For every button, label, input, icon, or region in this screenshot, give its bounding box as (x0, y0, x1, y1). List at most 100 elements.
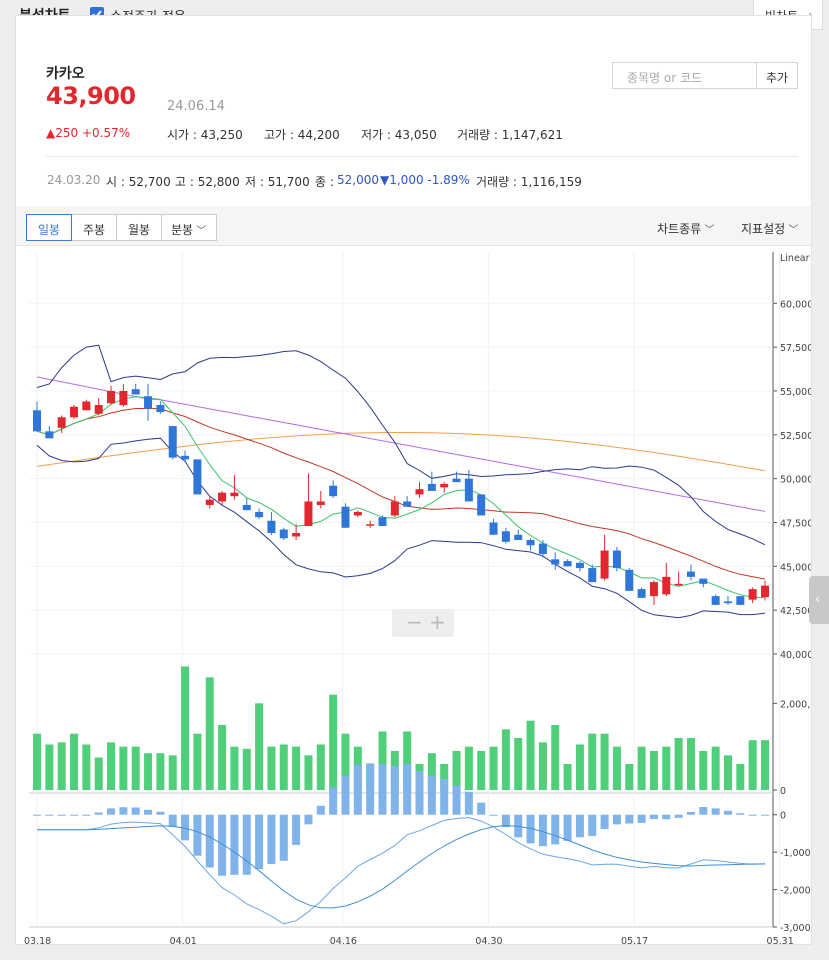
macd-tick-label: 0 (780, 811, 786, 822)
candle-body (107, 390, 116, 404)
chart-panel: 카카오 43,900 24.06.14 ▲250 +0.57% 시가 : 43,… (15, 15, 812, 945)
candle-body (131, 389, 140, 395)
chart-type-menu[interactable]: 차트종류 ﹀ (657, 220, 714, 237)
add-stock-button[interactable]: 추가 (756, 62, 798, 89)
period-minute-tab[interactable]: 분봉 ﹀ (161, 214, 217, 241)
macd-histogram-bar (57, 814, 66, 816)
candle-body (316, 501, 325, 505)
macd-tick-label: -1,000 (780, 848, 811, 859)
macd-histogram-bar (341, 775, 350, 815)
candle-body (415, 489, 424, 495)
prev-close-label: 종 : (315, 175, 334, 189)
volume-bar (489, 746, 498, 790)
macd-histogram-bar (563, 814, 572, 841)
period-daily-tab[interactable]: 일봉 (26, 214, 72, 241)
macd-histogram-bar (440, 778, 449, 815)
volume-bar (267, 746, 276, 790)
macd-tick-label: -3,000 (780, 923, 811, 934)
macd-line (37, 817, 766, 925)
macd-histogram-bar (711, 808, 720, 815)
volume-bar (761, 740, 769, 790)
indicator-settings-menu[interactable]: 지표설정 ﹀ (741, 220, 798, 237)
volume-bar (279, 744, 288, 790)
volume-bar (674, 738, 683, 790)
volume-bar (711, 746, 720, 790)
price-tick-label: 52,500 (780, 431, 811, 442)
candle-body (452, 478, 461, 483)
price-pane (29, 257, 773, 654)
period-weekly-tab[interactable]: 주봉 (71, 214, 117, 241)
macd-histogram-bar (144, 809, 153, 815)
candle-body (144, 396, 153, 409)
period-monthly-tab[interactable]: 월봉 (116, 214, 162, 241)
volume-bar (107, 742, 116, 790)
candle-body (649, 582, 658, 597)
macd-histogram-bar (600, 814, 609, 830)
candle-body (255, 511, 264, 518)
candle-body (501, 531, 510, 542)
candle-body (761, 585, 769, 598)
macd-histogram-bar (403, 763, 412, 815)
chevron-down-icon: ﹀ (193, 226, 207, 237)
volume-bar (218, 725, 227, 790)
volume-bar (662, 746, 671, 790)
divider (46, 156, 798, 157)
current-price: 43,900 (46, 82, 136, 110)
candle-body (403, 501, 412, 507)
volume-bar (242, 748, 251, 790)
macd-histogram-bar (477, 802, 486, 815)
macd-histogram-bar (45, 814, 54, 816)
zoom-out-icon[interactable]: − (406, 610, 423, 634)
macd-histogram-bar (674, 814, 683, 818)
candle-body (366, 524, 375, 526)
macd-histogram-bar (82, 814, 91, 816)
chevron-down-icon: ﹀ (785, 225, 799, 236)
volume-bar (748, 740, 757, 790)
candle-body (193, 459, 202, 495)
quote-date: 24.06.14 (167, 99, 225, 114)
volume-bar (625, 764, 634, 790)
volume-bar (255, 703, 264, 790)
volume-bar (292, 746, 301, 790)
macd-histogram-bar (649, 814, 658, 819)
prev-close-value: 52,000 (337, 173, 379, 187)
volume-bar (452, 751, 461, 790)
macd-histogram-bar (292, 814, 301, 845)
volume-bar (723, 755, 732, 790)
volume-bar (45, 744, 54, 790)
low-price: 저가 : 43,050 (361, 128, 437, 142)
macd-histogram-bar (267, 814, 276, 864)
stock-search-input[interactable]: 종목명 or 코드 (612, 62, 757, 89)
candle-body (464, 478, 473, 502)
candle-body (551, 559, 560, 565)
macd-histogram-bar (575, 814, 584, 838)
candle-body (526, 540, 535, 546)
prev-low: 저 : 51,700 (245, 175, 310, 189)
prev-open: 시 : 52,700 (106, 175, 171, 189)
macd-histogram-bar (637, 814, 646, 823)
volume-bar (33, 733, 41, 790)
volume-bar (637, 746, 646, 790)
macd-histogram-bar (748, 814, 757, 816)
side-panel-toggle[interactable]: ‹ (809, 576, 829, 624)
candle-body (662, 576, 671, 595)
macd-histogram-bar (662, 814, 671, 820)
macd-histogram-bar (329, 787, 338, 815)
macd-histogram-bar (131, 807, 140, 815)
price-tick-label: 40,000 (780, 650, 811, 661)
candle-body (390, 501, 399, 516)
candle-body (353, 511, 362, 516)
macd-tick-label: -2,000 (780, 886, 811, 897)
zoom-in-icon[interactable]: + (429, 610, 446, 634)
candle-body (686, 571, 695, 577)
candle-body (33, 410, 41, 432)
macd-histogram-bar (316, 805, 325, 815)
candle-body (329, 485, 338, 497)
candle-body (119, 390, 128, 406)
volume-bar (563, 764, 572, 790)
indicator-settings-label: 지표설정 (741, 222, 786, 236)
volume-bar (538, 742, 547, 790)
volume-bar (612, 746, 621, 790)
volume-bar (736, 764, 745, 790)
stock-chart[interactable]: 03.18 04.01 04.16 04.30 05.17 05.31 Linear 60,0… (16, 247, 811, 944)
